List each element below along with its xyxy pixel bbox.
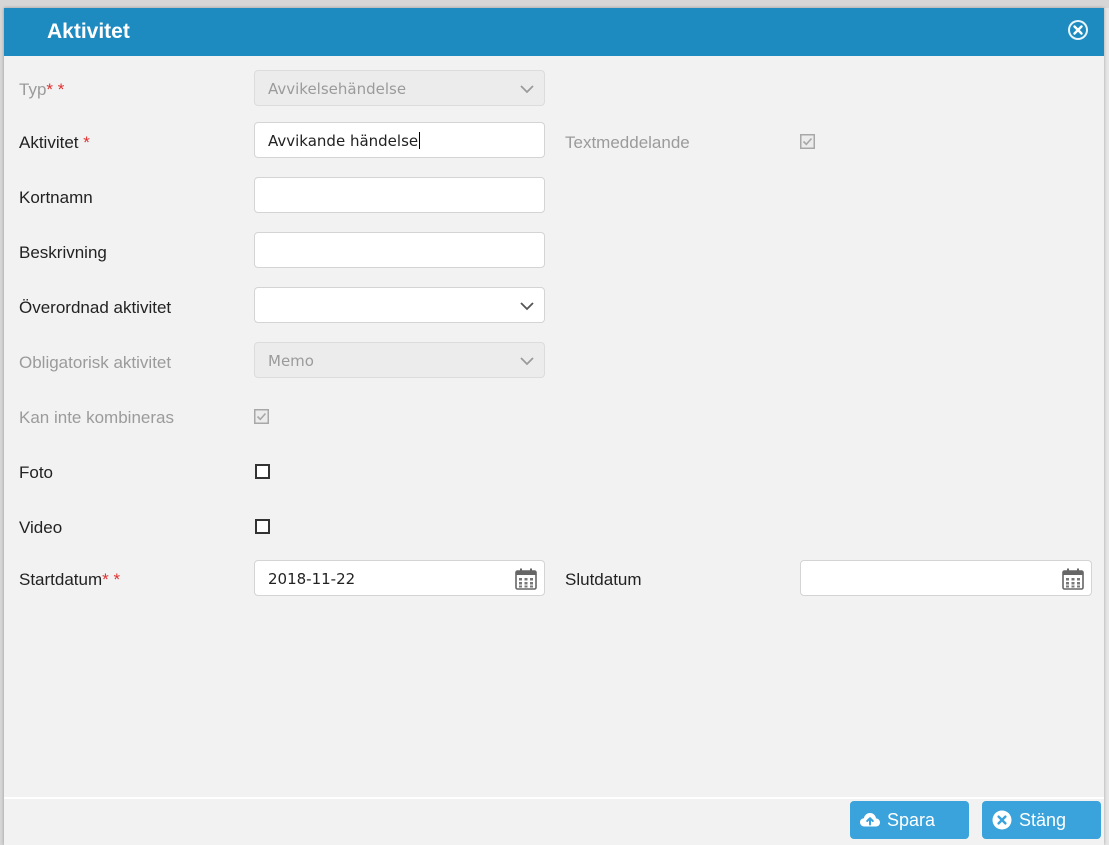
startdatum-input[interactable]: 2018-11-22	[254, 560, 545, 596]
startdatum-required-mark-2: *	[113, 570, 121, 589]
save-button[interactable]: Spara	[850, 801, 969, 839]
typ-select[interactable]: Avvikelsehändelse	[254, 70, 545, 106]
footer-divider	[4, 797, 1104, 799]
calendar-icon[interactable]	[1061, 567, 1085, 591]
calendar-icon[interactable]	[514, 567, 538, 591]
dialog-titlebar: Aktivitet	[4, 8, 1104, 56]
startdatum-required-mark-1: *	[102, 570, 109, 589]
activity-dialog: Aktivitet Typ* * Avvikelsehändelse Aktiv…	[4, 8, 1104, 845]
close-circle-icon	[992, 810, 1012, 830]
typ-label: Typ* *	[19, 80, 64, 100]
chevron-down-icon	[520, 302, 534, 311]
startdatum-label-text: Startdatum	[19, 570, 103, 589]
foto-label: Foto	[19, 463, 54, 482]
typ-select-value: Avvikelsehändelse	[268, 80, 407, 98]
text-cursor	[419, 132, 421, 149]
beskrivning-label: Beskrivning	[19, 243, 107, 262]
close-icon[interactable]	[1067, 19, 1089, 41]
background-right	[1104, 8, 1109, 845]
startdatum-input-value: 2018-11-22	[268, 570, 356, 588]
obligatorisk-label: Obligatorisk aktivitet	[19, 353, 172, 372]
save-button-label: Spara	[887, 810, 936, 830]
cloud-upload-icon	[860, 813, 880, 827]
beskrivning-input[interactable]	[254, 232, 545, 268]
aktivitet-input[interactable]: Avvikande händelse	[254, 122, 545, 158]
video-label: Video	[19, 518, 63, 537]
dialog-title: Aktivitet	[47, 20, 130, 43]
video-checkbox[interactable]	[255, 519, 270, 534]
textmeddelande-checkbox[interactable]	[800, 134, 815, 149]
chevron-down-icon	[520, 85, 534, 94]
aktivitet-label: Aktivitet *	[19, 133, 90, 153]
overordnad-label: Överordnad aktivitet	[19, 298, 172, 317]
slutdatum-input[interactable]	[800, 560, 1092, 596]
foto-checkbox[interactable]	[255, 464, 270, 479]
overordnad-select[interactable]	[254, 287, 545, 323]
typ-label-text: Typ	[19, 80, 47, 99]
aktivitet-label-text: Aktivitet	[19, 133, 79, 152]
kortnamn-label: Kortnamn	[19, 188, 93, 207]
close-button[interactable]: Stäng	[982, 801, 1101, 839]
startdatum-label: Startdatum* *	[19, 570, 120, 590]
textmeddelande-label: Textmeddelande	[565, 133, 690, 152]
kan-inte-label: Kan inte kombineras	[19, 408, 174, 427]
close-button-label: Stäng	[1019, 810, 1067, 830]
typ-required-mark-1: *	[46, 80, 54, 99]
obligatorisk-select-value: Memo	[268, 352, 314, 370]
kortnamn-input[interactable]	[254, 177, 545, 213]
aktivitet-required-mark: *	[83, 133, 90, 152]
aktivitet-input-text: Avvikande händelse	[268, 132, 419, 150]
slutdatum-label: Slutdatum	[565, 570, 642, 589]
kan-inte-checkbox[interactable]	[254, 409, 269, 424]
aktivitet-input-value: Avvikande händelse	[268, 132, 421, 150]
obligatorisk-select[interactable]: Memo	[254, 342, 545, 378]
background-header	[0, 0, 1109, 8]
chevron-down-icon	[520, 357, 534, 366]
typ-required-mark-2: *	[57, 80, 65, 99]
